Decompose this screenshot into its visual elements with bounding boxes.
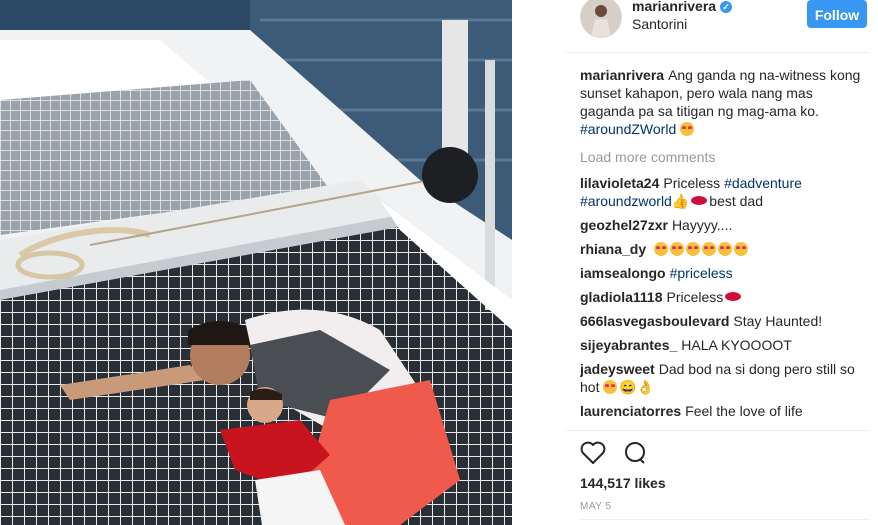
comment-username[interactable]: rhiana_dy <box>580 241 646 257</box>
heart-eyes-emoji <box>702 242 717 256</box>
post-location[interactable]: Santorini <box>632 16 687 32</box>
post-username[interactable]: marianrivera ✓ <box>632 0 733 14</box>
comment: lilavioleta24 Priceless #dadventure #arou… <box>580 174 862 210</box>
comment: jadeysweet Dad bod na si dong pero still … <box>580 360 862 396</box>
comment-hashtag[interactable]: #priceless <box>670 265 733 281</box>
likes-count[interactable]: 144,517 likes <box>580 475 666 491</box>
heart-eyes-emoji <box>654 242 669 256</box>
load-more-comments[interactable]: Load more comments <box>580 148 862 166</box>
post-date: MAY 5 <box>580 501 612 512</box>
caption: marianrivera Ang ganda ng na-witness kong… <box>580 66 862 138</box>
thumbs-up-emoji: 👍 <box>671 193 690 209</box>
heart-eyes-emoji <box>718 242 733 256</box>
comments-list: marianrivera Ang ganda ng na-witness kong… <box>580 66 862 430</box>
comment-text: Stay Haunted! <box>733 313 823 329</box>
heart-eyes-emoji <box>734 242 749 256</box>
comment: iamsealongo #priceless <box>580 264 862 282</box>
comment: rhiana_dy <box>580 240 862 258</box>
grin-emoji: 😄 <box>619 379 637 395</box>
heart-eyes-emoji <box>603 380 618 394</box>
comment-icon[interactable] <box>622 441 648 470</box>
comment-username[interactable]: geozhel27zxr <box>580 217 668 233</box>
heart-eyes-emoji <box>670 242 685 256</box>
comment-text: Priceless <box>663 175 721 191</box>
caption-hashtag[interactable]: #aroundZWorld <box>580 121 676 137</box>
heart-eyes-emoji <box>680 122 695 136</box>
avatar[interactable] <box>580 0 622 38</box>
comment-text: best dad <box>709 193 763 209</box>
comment-text: Priceless <box>666 289 724 305</box>
username-text[interactable]: marianrivera <box>632 0 716 14</box>
caption-username[interactable]: marianrivera <box>580 67 664 83</box>
catamaran-photo <box>0 0 512 525</box>
post-sidebar: marianrivera ✓ Santorini Follow marianriv… <box>566 0 878 525</box>
lips-emoji <box>725 292 742 301</box>
comment-username[interactable]: lilavioleta24 <box>580 175 659 191</box>
comment-username[interactable]: 666lasvegasboulevard <box>580 313 729 329</box>
comment-hashtag[interactable]: #aroundzworld <box>580 193 672 209</box>
action-icons <box>580 441 660 470</box>
ok-hand-emoji: 👌 <box>636 379 655 395</box>
comment-username[interactable]: gladiola1118 <box>580 289 663 305</box>
comment-text: Feel the love of life <box>685 403 803 419</box>
comment: 666lasvegasboulevard Stay Haunted! <box>580 312 862 330</box>
comment-text: Hayyyy.... <box>671 217 733 233</box>
comment-text: HALA KYOOOOT <box>681 337 792 353</box>
heart-icon[interactable] <box>580 441 606 470</box>
comment: gladiola1118 Priceless <box>580 288 862 306</box>
heart-eyes-emoji <box>686 242 701 256</box>
comment: geozhel27zxr Hayyyy.... <box>580 216 862 234</box>
comment-username[interactable]: laurenciatorres <box>580 403 681 419</box>
comment: sijeyabrantes_ HALA KYOOOOT <box>580 336 862 354</box>
post-actions: 144,517 likes MAY 5 <box>566 430 870 520</box>
comment-username[interactable]: sijeyabrantes_ <box>580 337 677 353</box>
post-photo[interactable] <box>0 0 512 525</box>
lips-emoji <box>691 196 708 205</box>
comment-username[interactable]: jadeysweet <box>580 361 655 377</box>
verified-icon: ✓ <box>720 1 733 13</box>
comment: laurenciatorres Feel the love of life <box>580 402 862 420</box>
comment-hashtag[interactable]: #dadventure <box>724 175 802 191</box>
follow-button[interactable]: Follow <box>807 0 867 28</box>
post-header: marianrivera ✓ Santorini Follow <box>566 0 870 53</box>
comment-username[interactable]: iamsealongo <box>580 265 666 281</box>
divider <box>580 519 870 520</box>
